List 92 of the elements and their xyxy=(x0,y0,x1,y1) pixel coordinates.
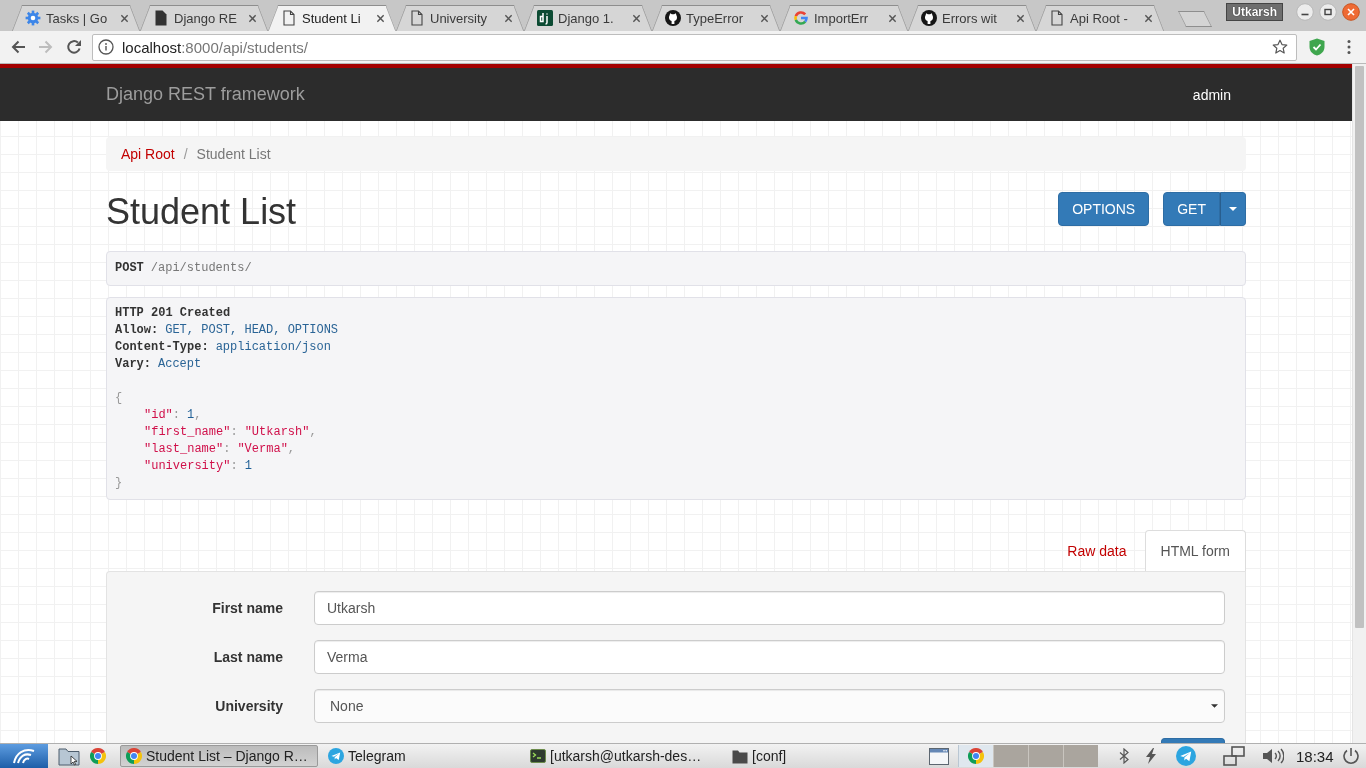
menu-icon[interactable] xyxy=(1347,39,1351,55)
form-tab[interactable]: Raw data xyxy=(1051,530,1143,571)
browser-tab[interactable]: Api Root - xyxy=(1036,5,1164,31)
close-icon[interactable] xyxy=(376,13,385,23)
folder-icon xyxy=(732,748,748,764)
page-title: Student List xyxy=(106,190,297,234)
breadcrumb-separator: / xyxy=(183,146,188,162)
browser-tab[interactable]: Django 1. xyxy=(524,5,652,31)
taskbar-task[interactable]: Telegram xyxy=(322,745,520,767)
field-label: University xyxy=(215,697,283,716)
request-line: POST /api/students/ xyxy=(115,260,252,277)
folder-icon[interactable] xyxy=(58,745,80,767)
json-line: "id": 1, xyxy=(143,407,202,424)
document-icon xyxy=(409,10,425,26)
user-menu[interactable]: admin xyxy=(1192,86,1231,103)
action-button[interactable]: OPTIONS xyxy=(1058,192,1150,226)
g-logo-icon xyxy=(793,10,809,26)
url-text: localhost:8000/api/students/ xyxy=(122,38,309,56)
breadcrumb-current: Student List xyxy=(196,146,271,162)
swirl-icon xyxy=(12,747,36,765)
form-tab[interactable]: HTML form xyxy=(1144,530,1246,571)
header-line: Vary: Accept xyxy=(115,356,202,373)
status-line: HTTP 201 Created xyxy=(115,305,231,322)
brand-link[interactable]: Django REST framework xyxy=(106,84,305,105)
info-icon[interactable] xyxy=(98,39,114,55)
document-icon xyxy=(281,10,297,26)
network-icon[interactable] xyxy=(1223,746,1245,766)
browser-tab[interactable]: ImportErr xyxy=(780,5,908,31)
browser-tab[interactable]: Django RE xyxy=(140,5,268,31)
close-icon[interactable] xyxy=(1016,13,1025,23)
browser-tab[interactable]: Errors wit xyxy=(908,5,1036,31)
browser-tab[interactable]: Tasks | Go xyxy=(12,5,140,31)
paper-plane-icon xyxy=(328,748,344,764)
json-line: "university": 1 xyxy=(143,458,252,475)
text-input[interactable]: Verma xyxy=(314,640,1225,674)
cat-head-icon xyxy=(921,10,937,26)
header-line: Allow: GET, POST, HEAD, OPTIONS xyxy=(115,322,339,339)
text-input[interactable]: Utkarsh xyxy=(314,591,1225,625)
header-line: Content-Type: application/json xyxy=(115,339,331,356)
json-line: "first_name": "Utkarsh", xyxy=(143,424,317,441)
taskbar-task[interactable]: [utkarsh@utkarsh-des… xyxy=(524,745,722,767)
browser-tab[interactable]: University xyxy=(396,5,524,31)
breadcrumb-link[interactable]: Api Root xyxy=(121,146,175,162)
window-icon[interactable] xyxy=(929,747,949,765)
clock[interactable]: 18:34 xyxy=(1296,747,1334,765)
reload-icon[interactable] xyxy=(66,39,82,55)
json-brace: } xyxy=(115,475,123,492)
field-label: First name xyxy=(212,599,283,618)
caret-icon xyxy=(1229,207,1237,211)
power-icon[interactable] xyxy=(1341,747,1360,765)
address-bar[interactable]: localhost:8000/api/students/ xyxy=(92,33,1297,61)
browser-tab[interactable]: TypeError xyxy=(652,5,780,31)
cat-head-icon xyxy=(665,10,681,26)
terminal-icon xyxy=(530,748,546,764)
close-icon[interactable] xyxy=(504,13,513,23)
start-button[interactable] xyxy=(0,744,48,768)
browser-logo-icon[interactable] xyxy=(90,748,106,764)
close-icon[interactable] xyxy=(760,13,769,23)
select-field[interactable]: None xyxy=(314,689,1225,723)
close-icon[interactable] xyxy=(632,13,641,23)
close-icon[interactable] xyxy=(1144,13,1153,23)
gear-icon xyxy=(25,10,41,26)
close-icon[interactable] xyxy=(1342,3,1360,21)
taskbar-task[interactable]: [conf] xyxy=(726,745,924,767)
profile-button[interactable]: Utkarsh xyxy=(1226,3,1283,21)
close-icon[interactable] xyxy=(120,13,129,23)
star-icon[interactable] xyxy=(1272,39,1288,55)
browser-tab[interactable]: Student Li xyxy=(268,5,396,31)
scrollbar-thumb[interactable] xyxy=(1355,66,1364,628)
document-icon xyxy=(1049,10,1065,26)
tile-icon xyxy=(537,10,553,26)
browser-logo-icon xyxy=(126,748,142,764)
close-icon[interactable] xyxy=(888,13,897,23)
maximize-icon[interactable] xyxy=(1319,3,1337,21)
caret-icon xyxy=(1211,704,1218,708)
close-icon[interactable] xyxy=(248,13,257,23)
workspace-button[interactable] xyxy=(958,745,993,767)
scrollbar[interactable] xyxy=(1352,64,1366,743)
action-button[interactable]: GET xyxy=(1163,192,1220,226)
browser-logo-icon xyxy=(968,748,984,764)
lightning-icon[interactable] xyxy=(1145,748,1157,764)
document-icon xyxy=(153,10,169,26)
taskbar-task[interactable]: Student List – Django R… xyxy=(120,745,318,767)
back-icon[interactable] xyxy=(10,39,26,55)
shield-icon[interactable] xyxy=(1309,38,1325,56)
volume-icon[interactable] xyxy=(1262,748,1284,764)
json-line: "last_name": "Verma", xyxy=(143,441,296,458)
field-label: Last name xyxy=(213,648,283,667)
paper-plane-icon[interactable] xyxy=(1176,746,1196,766)
dropdown-toggle-button[interactable] xyxy=(1220,192,1246,226)
bluetooth-icon[interactable] xyxy=(1119,748,1129,764)
json-brace: { xyxy=(115,390,123,407)
